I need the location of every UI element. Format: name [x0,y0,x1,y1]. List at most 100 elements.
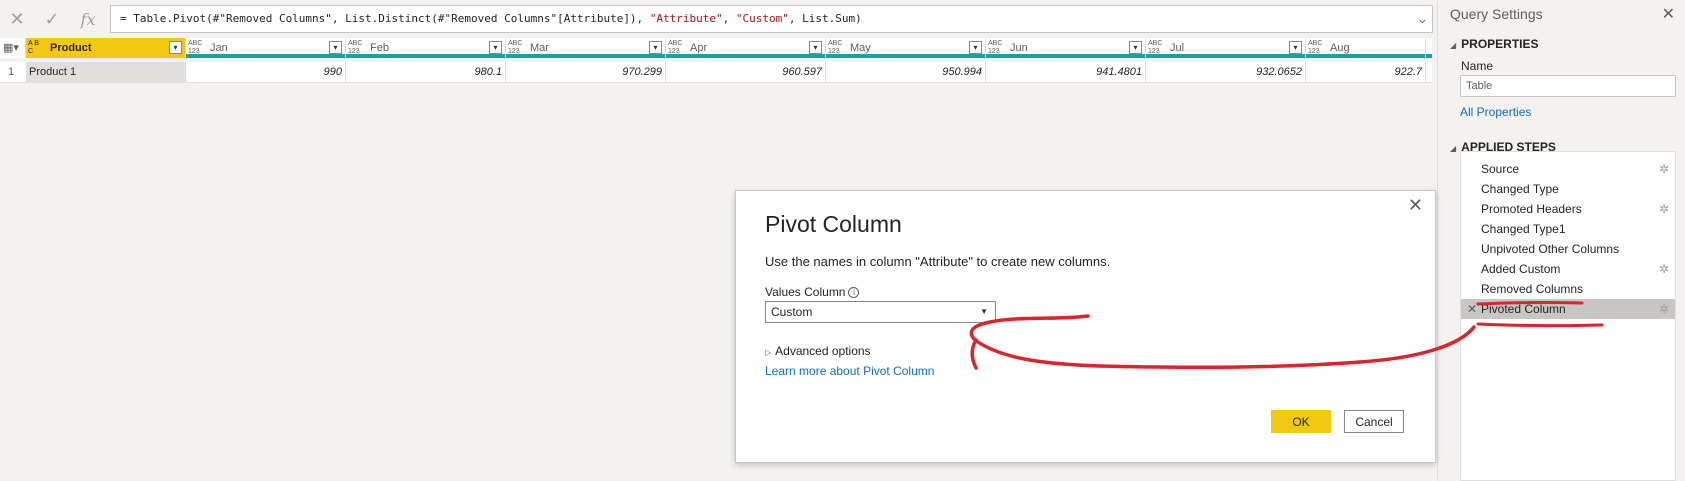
column-header-jun[interactable]: ABC 123 Jun ▾ [986,38,1146,58]
filter-dropdown-icon[interactable]: ▾ [649,41,662,54]
type-icon: ABC [508,40,523,47]
triangle-right-icon: ▷ [765,348,772,357]
triangle-down-icon: ◢ [1450,144,1457,153]
info-icon[interactable]: i [848,287,860,299]
step-label: Unpivoted Other Columns [1481,242,1620,256]
query-settings-title: Query Settings [1450,6,1543,22]
type-icon-sub: 123 [1308,48,1320,55]
properties-heading[interactable]: ◢ PROPERTIES [1450,37,1539,51]
column-header-mar[interactable]: ABC 123 Mar ▾ [506,38,666,58]
pivot-column-dialog: ✕ Pivot Column Use the names in column "… [735,190,1436,463]
commit-icon[interactable]: ✓ [40,7,64,31]
query-name-input[interactable] [1460,75,1676,97]
type-icon-sub: 123 [828,48,840,55]
type-icon-sub: 123 [348,48,360,55]
filter-dropdown-icon[interactable]: ▾ [169,41,182,54]
column-name: Feb [370,42,389,54]
cell-value[interactable]: 922.7 [1306,62,1426,83]
column-header-jan[interactable]: ABC 123 Jan ▾ [186,38,346,58]
row-number: 1 [8,66,15,78]
cell-value[interactable]: 950.994 [826,62,986,83]
query-settings-pane: Query Settings ✕ ◢PROPERTIES Name All Pr… [1437,0,1685,481]
column-name: Product [50,42,92,54]
chevron-down-icon[interactable]: ⌵ [1419,6,1426,32]
applied-step[interactable]: Changed Type [1461,179,1675,199]
cell-value[interactable]: 941.4801 [986,62,1146,83]
cell-product[interactable]: Product 1 [26,62,186,83]
cell-value[interactable]: 980.1 [346,62,506,83]
learn-more-link[interactable]: Learn more about Pivot Column [765,364,934,378]
formula-prefix: = Table.Pivot(#"Removed Columns", List.D… [120,12,650,25]
type-icon-sub: 123 [668,48,680,55]
type-icon: ABC [988,40,1003,47]
column-header-product[interactable]: A B C Product ▾ [26,38,186,58]
gear-icon[interactable]: ✲ [1659,259,1669,279]
column-header-apr[interactable]: ABC 123 Apr ▾ [666,38,826,58]
applied-step[interactable]: Unpivoted Other Columns [1461,239,1675,259]
applied-step[interactable]: ✕ Pivoted Column ✲ [1461,299,1675,319]
filter-dropdown-icon[interactable]: ▾ [1289,41,1302,54]
cell-value[interactable]: 960.597 [666,62,826,83]
filter-dropdown-icon[interactable]: ▾ [1129,41,1142,54]
grid-header: ▦▾ A B C Product ▾ ABC 123 Jan ▾ ABC 123 Feb ▾ ABC 12… [0,38,1432,58]
triangle-down-icon: ◢ [1450,41,1457,50]
column-name: Jul [1170,42,1185,54]
values-column-label: Values Column i [765,285,860,299]
applied-step[interactable]: Removed Columns [1461,279,1675,299]
table-icon[interactable]: ▦▾ [0,38,26,58]
type-icon: ABC [668,40,683,47]
formula-arg2: "Custom" [735,12,789,25]
name-label: Name [1461,59,1494,73]
data-grid: ▦▾ A B C Product ▾ ABC 123 Jan ▾ ABC 123 Feb ▾ ABC 12… [0,38,1432,88]
close-icon[interactable]: ✕ [1662,4,1675,24]
all-properties-link[interactable]: All Properties [1460,105,1531,119]
gear-icon[interactable]: ✲ [1659,199,1669,219]
column-header-jul[interactable]: ABC 123 Jul ▾ [1146,38,1306,58]
applied-step[interactable]: Changed Type1 [1461,219,1675,239]
step-label: Promoted Headers [1481,202,1582,216]
column-name: Jun [1010,42,1028,54]
step-label: Added Custom [1481,262,1561,276]
formula-sep: , [722,12,736,25]
cancel-icon[interactable]: ✕ [5,7,29,31]
delete-step-icon[interactable]: ✕ [1467,299,1477,319]
type-icon: A B [28,40,39,47]
cell-value[interactable]: 990 [186,62,346,83]
cancel-button[interactable]: Cancel [1344,410,1404,433]
ok-button[interactable]: OK [1271,410,1331,433]
fx-icon[interactable]: fx [76,7,100,31]
filter-dropdown-icon[interactable]: ▾ [489,41,502,54]
formula-arg1: "Attribute" [649,12,723,25]
type-icon-sub: 123 [508,48,520,55]
filter-dropdown-icon[interactable]: ▾ [329,41,342,54]
close-icon[interactable]: ✕ [1408,195,1423,216]
type-icon-sub: 123 [988,48,1000,55]
column-name: Aug [1330,42,1350,54]
column-header-feb[interactable]: ABC 123 Feb ▾ [346,38,506,58]
chevron-down-icon: ▼ [980,307,988,316]
advanced-options-toggle[interactable]: ▷ Advanced options [765,344,871,358]
column-header-may[interactable]: ABC 123 May ▾ [826,38,986,58]
type-icon: ABC [188,40,203,47]
gear-icon[interactable]: ✲ [1659,159,1669,179]
dialog-description: Use the names in column "Attribute" to c… [765,254,1111,269]
type-icon-sub: 123 [188,48,200,55]
cell-value[interactable]: 932.0652 [1146,62,1306,83]
cell-value[interactable]: 970.299 [506,62,666,83]
step-label: Pivoted Column [1481,302,1566,316]
table-row[interactable]: 1 Product 1 990 980.1 970.299 960.597 950.99… [0,62,1432,83]
filter-dropdown-icon[interactable]: ▾ [969,41,982,54]
column-header-aug[interactable]: ABC 123 Aug [1306,38,1426,58]
column-name: Jan [210,42,228,54]
values-column-select[interactable]: Custom ▼ [765,301,996,323]
column-name: Mar [530,42,549,54]
applied-steps-list: Source ✲ Changed Type Promoted Headers ✲ Chan… [1460,151,1676,481]
column-name: Apr [690,42,708,54]
applied-step[interactable]: Source ✲ [1461,159,1675,179]
gear-icon[interactable]: ✲ [1659,299,1669,319]
applied-step[interactable]: Promoted Headers ✲ [1461,199,1675,219]
applied-step[interactable]: Added Custom ✲ [1461,259,1675,279]
filter-dropdown-icon[interactable]: ▾ [809,41,822,54]
formula-input[interactable]: = Table.Pivot(#"Removed Columns", List.D… [110,5,1433,33]
type-icon-sub: C [28,48,34,55]
